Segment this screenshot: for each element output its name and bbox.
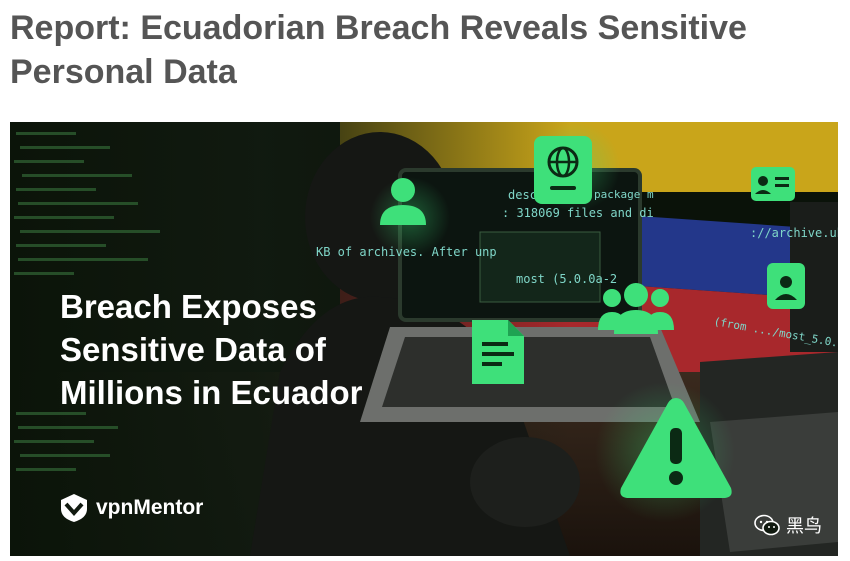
document-icon xyxy=(472,320,524,384)
article-headline: Report: Ecuadorian Breach Reveals Sensit… xyxy=(10,9,747,91)
hero-image: desc package m : 318069 files and di KB … xyxy=(10,122,838,556)
vpnmentor-logo-icon xyxy=(61,494,87,522)
hero-title-line-3: Millions in Ecuador xyxy=(60,374,363,411)
user-group-icon xyxy=(598,283,674,334)
passport-globe-icon xyxy=(534,136,592,204)
id-badge-icon xyxy=(767,263,805,309)
hero-title-line-1: Breach Exposes xyxy=(60,288,317,325)
screen-text-line2: : 318069 files and di xyxy=(502,206,654,220)
screen-text-line1b: package m xyxy=(594,188,654,201)
hero-title: Breach Exposes Sensitive Data of Million… xyxy=(60,285,363,414)
brand-logo: vpnMentor xyxy=(60,491,203,525)
screen-text-line3: KB of archives. After unp xyxy=(316,245,497,259)
user-icon xyxy=(380,178,426,225)
watermark-text: 黑鸟 xyxy=(786,516,822,537)
gloved-hand xyxy=(470,437,580,527)
brand-name: vpnMentor xyxy=(96,496,204,519)
hero-title-line-2: Sensitive Data of xyxy=(60,331,326,368)
watermark: 黑鸟 xyxy=(754,512,822,538)
screen-text-line5: ://archive.ub xyxy=(750,226,838,240)
warning-triangle-icon xyxy=(620,398,732,498)
wechat-icon xyxy=(754,514,780,536)
id-card-icon xyxy=(751,167,795,201)
